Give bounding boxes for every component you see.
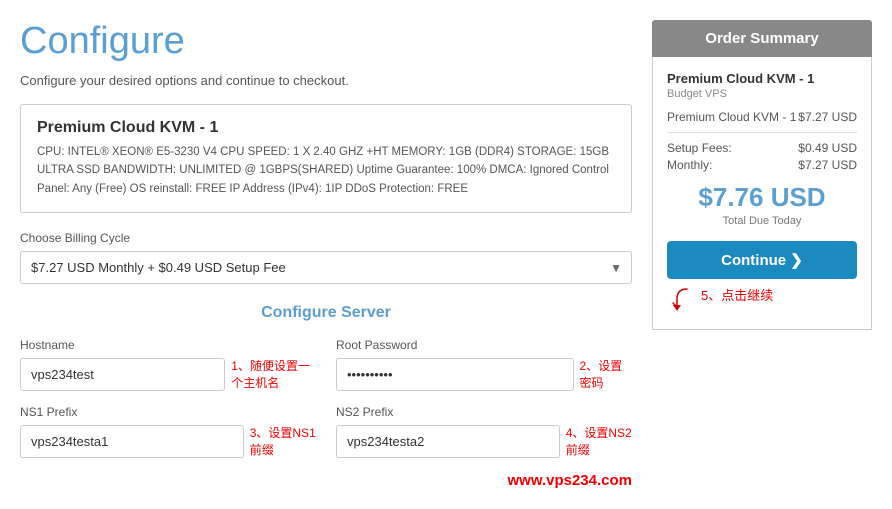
hostname-input[interactable]	[20, 358, 225, 391]
password-field: Root Password 2、设置密码	[336, 338, 632, 391]
billing-section: Choose Billing Cycle $7.27 USD Monthly +…	[20, 231, 632, 284]
summary-monthly-row: Monthly: $7.27 USD	[667, 158, 857, 172]
setup-fees-label: Setup Fees:	[667, 141, 732, 155]
main-content: Configure Configure your desired options…	[20, 20, 632, 489]
setup-fees-value: $0.49 USD	[798, 141, 857, 155]
summary-setup-fees-row: Setup Fees: $0.49 USD	[667, 141, 857, 155]
configure-server-title: Configure Server	[20, 304, 632, 322]
product-name: Premium Cloud KVM - 1	[37, 119, 615, 137]
summary-product-sub: Budget VPS	[667, 88, 857, 100]
password-annotation: 2、设置密码	[580, 357, 632, 391]
form-row-1: Hostname 1、随便设置一个主机名 Root Password 2、设置密…	[20, 338, 632, 391]
ns2-label: NS2 Prefix	[336, 405, 632, 419]
page-title: Configure	[20, 20, 632, 63]
order-summary-header: Order Summary	[652, 20, 872, 57]
summary-product-name: Premium Cloud KVM - 1	[667, 71, 857, 86]
ns2-input[interactable]	[336, 425, 560, 458]
monthly-value: $7.27 USD	[798, 158, 857, 172]
hostname-label: Hostname	[20, 338, 316, 352]
ns1-field: NS1 Prefix 3、设置NS1前缀	[20, 405, 316, 458]
ns2-field: NS2 Prefix 4、设置NS2前缀	[336, 405, 632, 458]
product-specs: CPU: INTEL® XEON® E5-3230 V4 CPU SPEED: …	[37, 143, 615, 198]
summary-product-price-value: $7.27 USD	[798, 110, 857, 124]
order-summary-body: Premium Cloud KVM - 1 Budget VPS Premium…	[652, 57, 872, 330]
hostname-annotation: 1、随便设置一个主机名	[231, 357, 316, 391]
password-input[interactable]	[336, 358, 574, 391]
billing-label: Choose Billing Cycle	[20, 231, 632, 245]
ns1-label: NS1 Prefix	[20, 405, 316, 419]
billing-select[interactable]: $7.27 USD Monthly + $0.49 USD Setup Fee	[20, 251, 632, 284]
ns1-input[interactable]	[20, 425, 244, 458]
billing-select-wrapper[interactable]: $7.27 USD Monthly + $0.49 USD Setup Fee …	[20, 251, 632, 284]
total-price: $7.76 USD	[667, 182, 857, 213]
continue-button[interactable]: Continue ❯	[667, 241, 857, 279]
ns1-annotation: 3、设置NS1前缀	[250, 424, 316, 458]
order-summary: Order Summary Premium Cloud KVM - 1 Budg…	[652, 20, 872, 489]
arrow-annotation: 5、点击继续	[667, 285, 857, 315]
page-subtitle: Configure your desired options and conti…	[20, 73, 632, 88]
product-box: Premium Cloud KVM - 1 CPU: INTEL® XEON® …	[20, 104, 632, 213]
password-label: Root Password	[336, 338, 632, 352]
watermark: www.vps234.com	[20, 472, 632, 489]
hostname-field: Hostname 1、随便设置一个主机名	[20, 338, 316, 391]
monthly-label: Monthly:	[667, 158, 712, 172]
summary-product-price-label: Premium Cloud KVM - 1	[667, 110, 796, 124]
summary-divider	[667, 132, 857, 133]
arrow-icon	[667, 285, 697, 315]
ns2-annotation: 4、设置NS2前缀	[566, 424, 632, 458]
summary-product-price-row: Premium Cloud KVM - 1 $7.27 USD	[667, 110, 857, 124]
total-label: Total Due Today	[667, 215, 857, 227]
form-row-2: NS1 Prefix 3、设置NS1前缀 NS2 Prefix 4、设置NS2前…	[20, 405, 632, 458]
annotation-5: 5、点击继续	[701, 285, 773, 304]
